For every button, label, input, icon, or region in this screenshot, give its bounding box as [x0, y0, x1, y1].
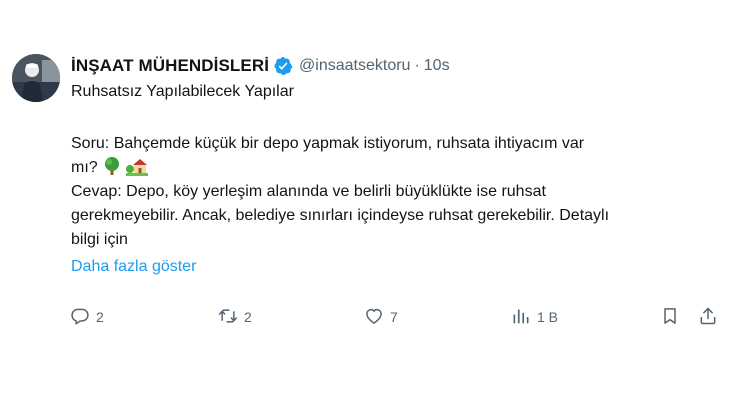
reply-icon [70, 306, 90, 329]
repost-button[interactable]: 2 [218, 306, 252, 329]
repost-count: 2 [244, 309, 252, 325]
tweet-line: Cevap: Depo, köy yerleşim alanında ve be… [71, 183, 546, 200]
verified-badge-icon [273, 56, 293, 76]
author-name[interactable]: İNŞAAT MÜHENDİSLERİ [71, 56, 269, 76]
views-chart-icon [511, 306, 531, 329]
timestamp[interactable]: 10s [424, 57, 450, 75]
bookmark-icon [660, 306, 680, 329]
views-button[interactable]: 1 B [511, 306, 558, 329]
repost-icon [218, 306, 238, 329]
share-button[interactable] [698, 306, 718, 329]
tweet-line: gerekmeyebilir. Ancak, belediye sınırlar… [71, 207, 610, 224]
tweet-header: İNŞAAT MÜHENDİSLERİ @insaatsektoru · 10s [71, 54, 450, 78]
like-count: 7 [390, 309, 398, 325]
reply-count: 2 [96, 309, 104, 325]
tweet-text: Ruhsatsız Yapılabilecek Yapılar Soru: Ba… [71, 80, 711, 279]
tweet-title: Ruhsatsız Yapılabilecek Yapılar [71, 83, 294, 100]
bookmark-button[interactable] [660, 306, 680, 329]
heart-icon [364, 306, 384, 329]
tweet-line: bilgi için [71, 231, 128, 248]
reply-button[interactable]: 2 [70, 306, 104, 329]
avatar[interactable] [12, 54, 60, 102]
share-icon [698, 306, 718, 329]
tweet[interactable]: İNŞAAT MÜHENDİSLERİ @insaatsektoru · 10s… [0, 0, 730, 420]
tweet-line-with-emoji: mı? [71, 156, 711, 180]
author-handle[interactable]: @insaatsektoru [299, 57, 410, 75]
action-bar: 2 2 7 1 B [70, 303, 720, 331]
dot-separator: · [414, 57, 420, 74]
view-count: 1 B [537, 309, 559, 325]
show-more-link[interactable]: Daha fazla göster [71, 255, 711, 279]
like-button[interactable]: 7 [364, 306, 398, 329]
tweet-line: mı? [71, 159, 98, 176]
tweet-line: Soru: Bahçemde küçük bir depo yapmak ist… [71, 135, 585, 152]
